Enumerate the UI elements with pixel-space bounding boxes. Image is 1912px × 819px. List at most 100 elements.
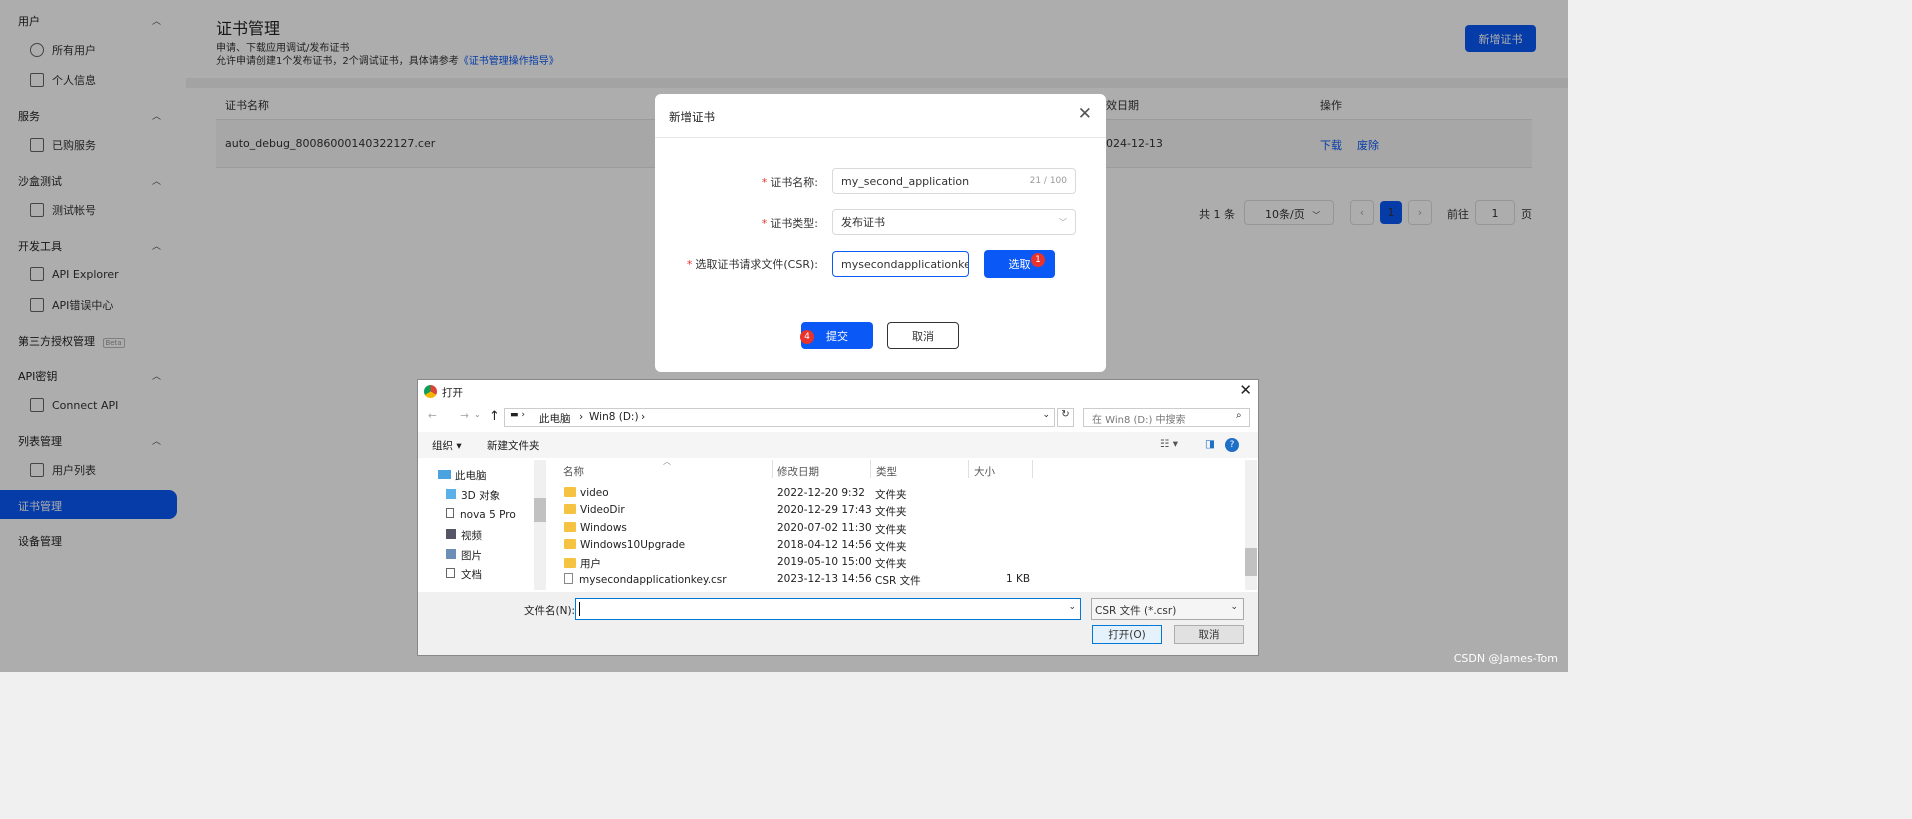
filter-value: CSR 文件 (*.csr): [1095, 605, 1177, 617]
col-header-modified[interactable]: 修改日期: [777, 464, 819, 479]
folder-icon: [564, 539, 576, 549]
file-name: video: [580, 487, 609, 499]
tree-phone[interactable]: nova 5 Pro: [446, 508, 516, 521]
sort-up-icon: ︿: [663, 457, 671, 466]
csr-file-input[interactable]: mysecondapplicationkey: [832, 251, 969, 277]
folder-icon: [564, 504, 576, 514]
folder-icon: [564, 487, 576, 497]
file-name: mysecondapplicationkey.csr: [579, 574, 727, 586]
document-icon: [446, 568, 455, 578]
tree-scrollbar-thumb[interactable]: [534, 498, 546, 522]
col-header-size[interactable]: 大小: [974, 464, 995, 479]
dialog-title: 新增证书: [669, 110, 715, 124]
select-file-button[interactable]: 选取: [984, 250, 1055, 278]
file-type: 文件夹: [875, 506, 907, 518]
file-type: 文件夹: [875, 541, 907, 553]
char-count: 21 / 100: [1029, 176, 1067, 186]
path-segment[interactable]: Win8 (D:): [589, 411, 639, 423]
new-folder-button[interactable]: 新建文件夹: [487, 438, 540, 453]
step-badge-4: 4: [800, 330, 814, 344]
step-badge-1: 1: [1031, 253, 1045, 267]
filename-input[interactable]: ⌄: [575, 598, 1081, 620]
file-row[interactable]: Windows 2020-07-02 11:30 文件夹: [564, 522, 1044, 539]
file-open-dialog: 打开 ✕ ← → ⌄ ↑ ▬ › 此电脑 › Win8 (D:) › ⌄ ↻ 在…: [417, 379, 1259, 656]
phone-icon: [446, 508, 454, 518]
search-icon[interactable]: ⌕: [1236, 410, 1242, 421]
file-row[interactable]: Windows10Upgrade 2018-04-12 14:56 文件夹: [564, 539, 1044, 556]
input-value: my_second_application: [841, 174, 970, 188]
type-label: * 证书类型:: [761, 217, 818, 230]
picture-icon: [446, 549, 456, 559]
folder-icon: [564, 522, 576, 532]
computer-icon: [438, 470, 451, 479]
file-row[interactable]: video 2022-12-20 9:32 文件夹: [564, 487, 1044, 504]
tree-3d-objects[interactable]: 3D 对象: [446, 488, 500, 503]
file-date: 2020-12-29 17:43: [777, 504, 872, 516]
cert-name-input[interactable]: my_second_application 21 / 100: [832, 168, 1076, 194]
cert-type-select[interactable]: 发布证书 ﹀: [832, 209, 1076, 235]
address-bar[interactable]: ▬ › 此电脑 › Win8 (D:) › ⌄: [504, 408, 1055, 427]
file-date: 2020-07-02 11:30: [777, 522, 872, 534]
tree-pictures[interactable]: 图片: [446, 548, 482, 563]
label-text: 证书名称:: [770, 176, 818, 189]
file-type: 文件夹: [875, 558, 907, 570]
file-dialog-title: 打开: [442, 387, 463, 399]
file-name: VideoDir: [580, 504, 625, 516]
chrome-icon: [424, 385, 437, 398]
path-segment[interactable]: 此电脑: [539, 411, 571, 426]
tree-videos[interactable]: 视频: [446, 528, 482, 543]
label-text: 证书类型:: [770, 217, 818, 230]
up-arrow-icon[interactable]: ↑: [489, 409, 500, 424]
file-date: 2018-04-12 14:56: [777, 539, 872, 551]
label-text: 选取证书请求文件(CSR):: [695, 258, 818, 271]
file-name: Windows10Upgrade: [580, 539, 686, 551]
file-icon: [564, 573, 573, 584]
tree-label: 文档: [461, 569, 482, 581]
close-icon[interactable]: ✕: [1239, 381, 1252, 399]
chevron-down-icon[interactable]: ⌄: [474, 410, 481, 419]
video-icon: [446, 529, 456, 539]
filename-label: 文件名(N):: [524, 605, 576, 617]
cube-icon: [446, 489, 456, 499]
nav-back-forward[interactable]: ← →: [428, 410, 479, 422]
tree-this-pc[interactable]: 此电脑: [438, 468, 487, 483]
file-type: 文件夹: [875, 524, 907, 536]
path-separator: ›: [641, 411, 646, 423]
file-row[interactable]: 用户 2019-05-10 15:00 文件夹: [564, 556, 1044, 573]
file-size: 1 KB: [1006, 573, 1031, 585]
refresh-icon[interactable]: ↻: [1057, 408, 1074, 427]
tree-label: nova 5 Pro: [460, 509, 516, 521]
tree-label: 3D 对象: [461, 490, 501, 502]
col-header-type[interactable]: 类型: [876, 464, 897, 479]
csr-label: * 选取证书请求文件(CSR):: [686, 258, 818, 271]
file-name: Windows: [580, 522, 627, 534]
tree-label: 此电脑: [455, 470, 487, 482]
tree-label: 图片: [461, 550, 482, 562]
chevron-down-icon[interactable]: ⌄: [1042, 410, 1050, 420]
watermark: CSDN @James-Tom: [1453, 652, 1558, 665]
col-header-name[interactable]: 名称: [563, 464, 584, 479]
help-icon[interactable]: ?: [1225, 438, 1239, 452]
tree-documents[interactable]: 文档: [446, 567, 482, 582]
preview-pane-icon[interactable]: ◨: [1205, 438, 1215, 450]
drive-icon: ▬ ›: [510, 410, 525, 420]
organize-button[interactable]: 组织 ▾: [432, 438, 462, 453]
text-cursor: [579, 602, 580, 616]
view-options-icon[interactable]: ☷ ▾: [1160, 438, 1178, 450]
file-type-filter[interactable]: CSR 文件 (*.csr) ⌄: [1091, 598, 1244, 620]
file-row[interactable]: VideoDir 2020-12-29 17:43 文件夹: [564, 504, 1044, 521]
search-input[interactable]: 在 Win8 (D:) 中搜索: [1083, 408, 1250, 427]
open-button[interactable]: 打开(O): [1092, 625, 1162, 644]
name-label: * 证书名称:: [761, 176, 818, 189]
chevron-down-icon: ⌄: [1230, 602, 1238, 612]
tree-scrollbar[interactable]: [534, 460, 546, 590]
close-icon[interactable]: ✕: [1078, 104, 1092, 124]
file-list-scrollbar-thumb[interactable]: [1245, 548, 1257, 576]
file-name: 用户: [580, 558, 601, 570]
file-cancel-button[interactable]: 取消: [1174, 625, 1244, 644]
cancel-button[interactable]: 取消: [887, 322, 959, 349]
tree-label: 视频: [461, 530, 482, 542]
chevron-down-icon[interactable]: ⌄: [1068, 602, 1076, 612]
file-row[interactable]: mysecondapplicationkey.csr 2023-12-13 14:…: [564, 573, 1044, 590]
file-date: 2019-05-10 15:00: [777, 556, 872, 568]
